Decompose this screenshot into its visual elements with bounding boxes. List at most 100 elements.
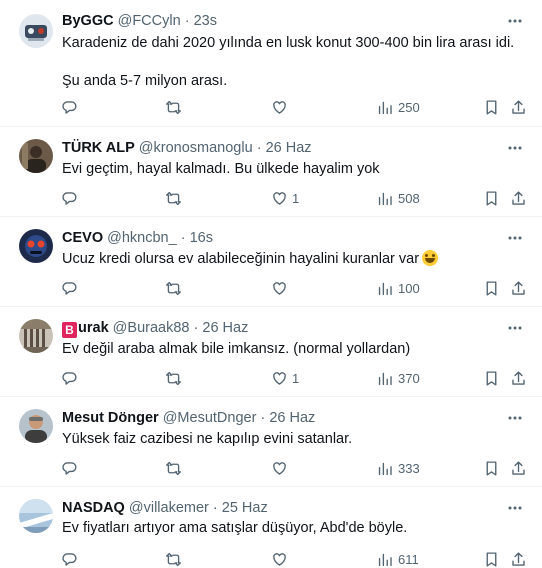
- tweet-header: Mesut Dönger @MesutDnger · 26 Haz: [62, 409, 315, 427]
- bookmark-button[interactable]: [483, 549, 500, 568]
- bookmark-button[interactable]: [483, 368, 500, 388]
- separator-dot: ·: [193, 320, 199, 336]
- views-button[interactable]: 250: [377, 97, 420, 117]
- heart-icon: [273, 371, 286, 385]
- bookmark-icon: [486, 99, 497, 115]
- retweet-button[interactable]: [165, 549, 182, 568]
- retweet-button[interactable]: [165, 368, 182, 388]
- retweet-button[interactable]: [165, 188, 182, 208]
- more-icon[interactable]: [506, 409, 524, 427]
- user-handle[interactable]: @hkncbn_: [107, 230, 177, 246]
- display-name[interactable]: CEVO: [62, 230, 103, 246]
- retweet-button[interactable]: [165, 278, 182, 298]
- avatar[interactable]: [19, 319, 53, 353]
- like-button[interactable]: 1: [271, 188, 299, 208]
- share-button[interactable]: [510, 549, 527, 568]
- bookmark-button[interactable]: [483, 278, 500, 298]
- heart-icon: [273, 191, 286, 205]
- display-name[interactable]: Mesut Dönger: [62, 410, 159, 426]
- reply-icon: [62, 371, 77, 385]
- views-icon: [378, 553, 392, 566]
- avatar[interactable]: [19, 229, 53, 263]
- bookmark-icon: [486, 551, 497, 567]
- retweet-button[interactable]: [165, 97, 182, 117]
- views-button[interactable]: 370: [377, 368, 420, 388]
- share-icon: [512, 460, 525, 475]
- timestamp[interactable]: 26 Haz: [269, 410, 315, 426]
- share-button[interactable]: [510, 458, 527, 478]
- tweet[interactable]: NASDAQ @villakemer · 25 Haz Ev fiyatları…: [0, 487, 542, 568]
- share-button[interactable]: [510, 278, 527, 298]
- share-icon: [512, 280, 525, 295]
- avatar[interactable]: [19, 499, 53, 533]
- name-badge: B: [62, 322, 77, 338]
- display-name[interactable]: NASDAQ: [62, 500, 125, 516]
- timestamp[interactable]: 26 Haz: [202, 320, 248, 336]
- reply-button[interactable]: [61, 549, 78, 568]
- tweet-text: Ev fiyatları artıyor ama satışlar düşüyo…: [62, 520, 408, 536]
- display-name[interactable]: urak: [78, 320, 109, 336]
- tweet[interactable]: Mesut Dönger @MesutDnger · 26 Haz Yüksek…: [0, 397, 542, 487]
- tweet[interactable]: TÜRK ALP @kronosmanoglu · 26 Haz Evi geç…: [0, 127, 542, 217]
- views-button[interactable]: 611: [377, 549, 419, 568]
- retweet-button[interactable]: [165, 458, 182, 478]
- share-button[interactable]: [510, 368, 527, 388]
- more-icon[interactable]: [506, 139, 524, 157]
- more-icon[interactable]: [506, 229, 524, 247]
- display-name[interactable]: ByGGC: [62, 13, 114, 29]
- reply-button[interactable]: [61, 368, 78, 388]
- reply-button[interactable]: [61, 188, 78, 208]
- more-icon[interactable]: [506, 12, 524, 30]
- reply-button[interactable]: [61, 278, 78, 298]
- tweet[interactable]: CEVO @hkncbn_ · 16s Ucuz kredi olursa ev…: [0, 217, 542, 307]
- user-handle[interactable]: @MesutDnger: [163, 410, 257, 426]
- user-handle[interactable]: @FCCyln: [118, 13, 181, 29]
- timestamp[interactable]: 23s: [194, 13, 217, 29]
- retweet-icon: [166, 191, 181, 205]
- like-button[interactable]: [271, 458, 292, 478]
- tweet-text: Evi geçtim, hayal kalmadı. Bu ülkede hay…: [62, 161, 380, 177]
- views-button[interactable]: 100: [377, 278, 420, 298]
- separator-dot: ·: [212, 500, 218, 516]
- like-button[interactable]: [271, 549, 292, 568]
- timestamp[interactable]: 16s: [190, 230, 213, 246]
- more-icon[interactable]: [506, 319, 524, 337]
- tweet[interactable]: Burak @Buraak88 · 26 Haz Ev değil araba …: [0, 307, 542, 397]
- heart-icon: [273, 100, 286, 114]
- tweet-actions: 1 508: [0, 188, 542, 208]
- views-icon: [378, 101, 392, 114]
- bookmark-button[interactable]: [483, 458, 500, 478]
- like-button[interactable]: [271, 97, 292, 117]
- user-handle[interactable]: @kronosmanoglu: [139, 140, 253, 156]
- user-handle[interactable]: @Buraak88: [113, 320, 190, 336]
- tweet-text: Karadeniz de dahi 2020 yılında en lusk k…: [62, 35, 515, 89]
- bookmark-button[interactable]: [483, 97, 500, 117]
- share-icon: [512, 190, 525, 205]
- tweet[interactable]: ByGGC @FCCyln · 23s Karadeniz de dahi 20…: [0, 0, 542, 127]
- views-button[interactable]: 333: [377, 458, 420, 478]
- tweet-text: Ev değil araba almak bile imkansız. (nor…: [62, 341, 411, 357]
- share-button[interactable]: [510, 188, 527, 208]
- more-icon[interactable]: [506, 499, 524, 517]
- views-button[interactable]: 508: [377, 188, 420, 208]
- avatar[interactable]: [19, 139, 53, 173]
- bookmark-icon: [486, 190, 497, 206]
- reply-button[interactable]: [61, 97, 78, 117]
- separator-dot: ·: [180, 230, 186, 246]
- heart-icon: [273, 461, 286, 475]
- display-name[interactable]: TÜRK ALP: [62, 140, 135, 156]
- tweet-actions: 1 370: [0, 368, 542, 388]
- avatar[interactable]: [19, 409, 53, 443]
- like-button[interactable]: 1: [271, 368, 299, 388]
- bookmark-button[interactable]: [483, 188, 500, 208]
- avatar[interactable]: [19, 14, 53, 48]
- tweet-actions: 100: [0, 278, 542, 298]
- share-button[interactable]: [510, 97, 527, 117]
- user-handle[interactable]: @villakemer: [129, 500, 209, 516]
- timestamp[interactable]: 25 Haz: [222, 500, 268, 516]
- separator-dot: ·: [256, 140, 262, 156]
- timestamp[interactable]: 26 Haz: [266, 140, 312, 156]
- like-button[interactable]: [271, 278, 292, 298]
- share-icon: [512, 370, 525, 385]
- reply-button[interactable]: [61, 458, 78, 478]
